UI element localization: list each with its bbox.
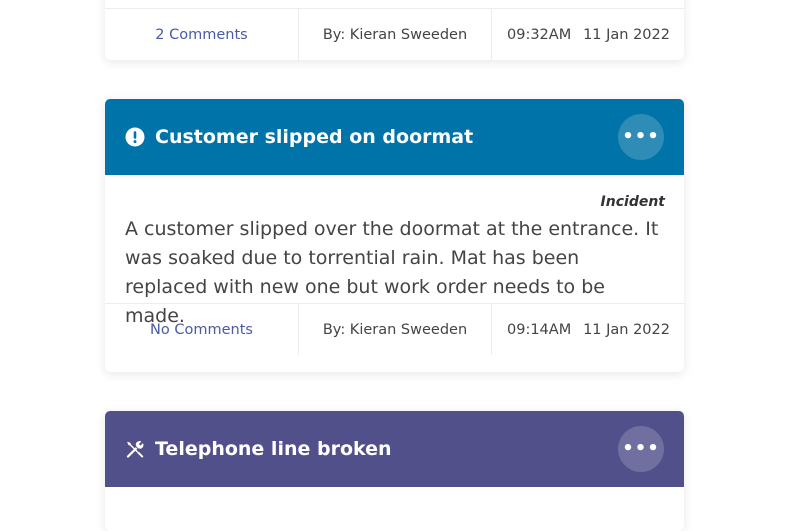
report-card: Customer slipped on doormat ••• Incident… [105,99,684,372]
card-footer: 2 Comments By: Kieran Sweeden 09:32AM 11… [105,8,684,60]
exclamation-circle-icon [125,127,145,147]
report-card: Telephone line broken ••• [105,411,684,531]
card-title: Telephone line broken [155,438,392,460]
report-type-label: Incident [600,194,665,210]
card-description: A customer slipped over the doormat at t… [125,218,659,327]
more-options-button[interactable]: ••• [618,114,664,160]
date-label: 11 Jan 2022 [583,26,670,43]
more-options-button[interactable]: ••• [618,426,664,472]
author-label: By: Kieran Sweeden [299,9,492,60]
comments-link[interactable]: 2 Comments [105,9,299,60]
report-card: 2 Comments By: Kieran Sweeden 09:32AM 11… [105,0,684,60]
timestamp: 09:32AM 11 Jan 2022 [492,9,684,60]
card-header: Telephone line broken ••• [105,411,684,487]
card-header: Customer slipped on doormat ••• [105,99,684,175]
card-body: Incident A customer slipped over the doo… [105,175,684,327]
time-label: 09:32AM [507,26,572,43]
tools-icon [125,439,145,459]
card-title: Customer slipped on doormat [155,126,474,148]
